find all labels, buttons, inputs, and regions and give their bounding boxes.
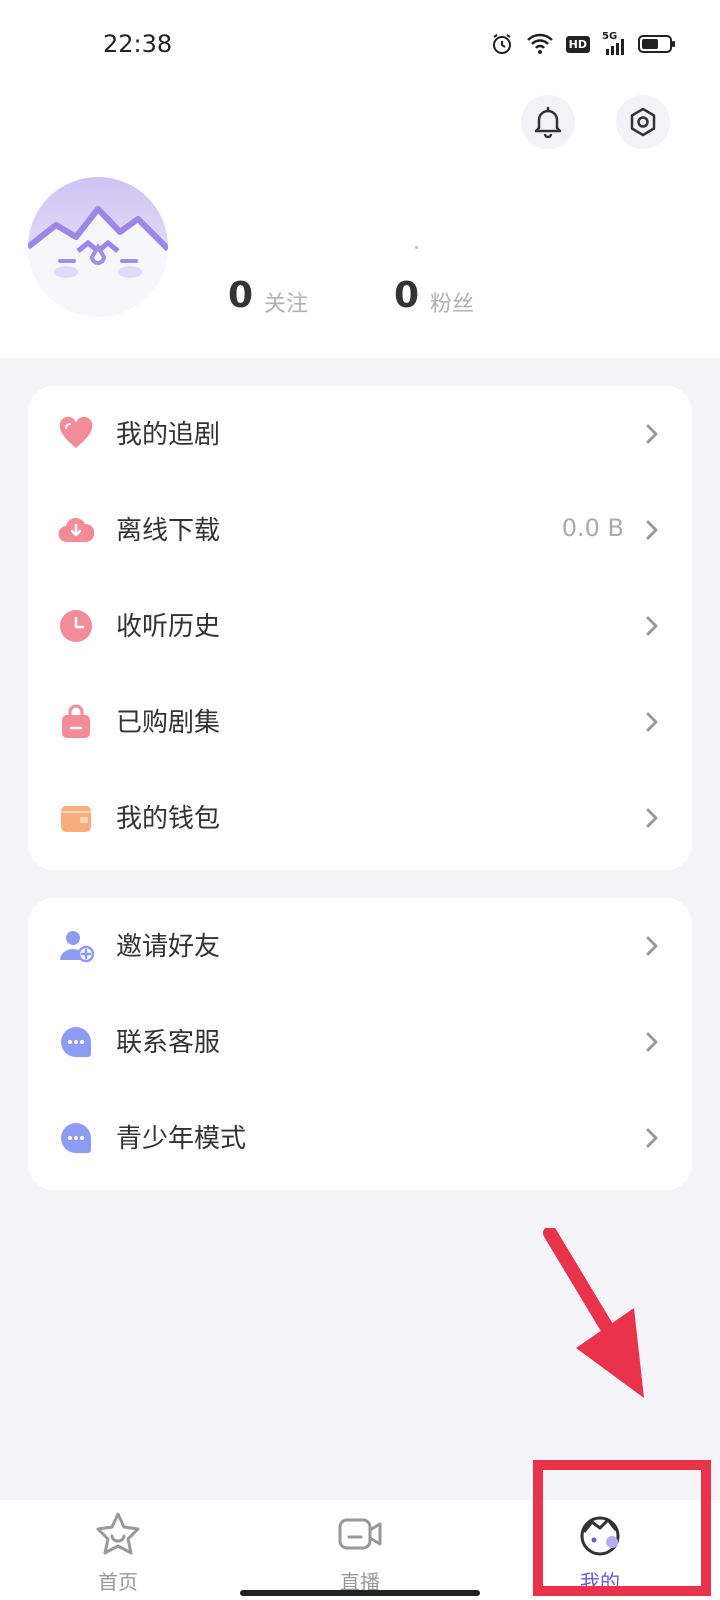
followers-label[interactable]: 粉丝: [430, 286, 474, 318]
video-camera-icon: [338, 1518, 382, 1550]
menu-item-purchased[interactable]: 已购剧集: [28, 674, 692, 770]
bag-icon: [62, 704, 90, 738]
bell-icon: [534, 106, 562, 138]
home-indicator[interactable]: [240, 1590, 480, 1596]
menu-item-label: 青少年模式: [116, 1124, 247, 1154]
menu-item-wallet[interactable]: 我的钱包: [28, 770, 692, 866]
download-size: 0.0 B: [561, 514, 624, 542]
alarm-icon: [492, 34, 511, 54]
followers-count[interactable]: 0: [394, 275, 419, 316]
chevron-right-icon: [646, 712, 658, 732]
notification-button[interactable]: [521, 95, 575, 149]
menu-card-secondary: 邀请好友 联系客服 青少年模式: [28, 898, 692, 1190]
annotation-highlight-box: [533, 1460, 711, 1596]
menu-item-customer-service[interactable]: 联系客服: [28, 994, 692, 1090]
menu-item-listen-history[interactable]: 收听历史: [28, 578, 692, 674]
heart-icon: [59, 416, 93, 448]
nav-tab-live[interactable]: 直播: [300, 1500, 420, 1600]
default-avatar-icon: [28, 177, 168, 317]
chevron-right-icon: [646, 808, 658, 828]
avatar[interactable]: [28, 177, 168, 317]
menu-item-my-dramas[interactable]: 我的追剧: [28, 386, 692, 482]
menu-item-label: 已购剧集: [116, 708, 221, 738]
menu-item-invite-friends[interactable]: 邀请好友: [28, 898, 692, 994]
menu-item-teen-mode[interactable]: 青少年模式: [28, 1090, 692, 1186]
star-face-icon: [96, 1512, 140, 1555]
chevron-right-icon: [646, 520, 658, 540]
chevron-right-icon: [646, 424, 658, 444]
chat-bubble-icon: [61, 1027, 91, 1057]
menu-item-offline-download[interactable]: 离线下载 0.0 B: [28, 482, 692, 578]
nav-label: 首页: [98, 1570, 138, 1594]
settings-icon: [630, 107, 656, 137]
menu-item-label: 收听历史: [116, 612, 221, 642]
status-icons: HD 5G: [490, 31, 676, 56]
clock-icon: [60, 610, 92, 642]
nav-tab-home[interactable]: 首页: [58, 1500, 178, 1600]
status-bar: 22:38 HD 5G: [0, 0, 720, 90]
menu-item-label: 离线下载: [116, 516, 221, 546]
add-friend-icon: [60, 931, 94, 963]
username-placeholder: [415, 246, 418, 249]
menu-item-label: 我的钱包: [116, 804, 221, 834]
settings-button[interactable]: [616, 95, 670, 149]
teen-mode-icon: [61, 1123, 91, 1153]
menu-item-label: 联系客服: [116, 1028, 221, 1058]
menu-item-label: 邀请好友: [116, 932, 221, 962]
chevron-right-icon: [646, 1032, 658, 1052]
hd-icon: HD: [565, 35, 590, 53]
wallet-icon: [61, 806, 91, 832]
following-label[interactable]: 关注: [264, 286, 308, 318]
chevron-right-icon: [646, 936, 658, 956]
battery-icon: [638, 35, 675, 53]
chevron-right-icon: [646, 616, 658, 636]
menu-item-label: 我的追剧: [116, 420, 221, 450]
wifi-icon: [526, 33, 553, 54]
chevron-right-icon: [646, 1128, 658, 1148]
status-time: 22:38: [103, 30, 173, 58]
profile-header: 0 关注 0 粉丝: [0, 90, 720, 358]
signal-5g-icon: 5G: [602, 31, 626, 55]
cloud-download-icon: [58, 517, 94, 543]
following-count[interactable]: 0: [228, 275, 253, 316]
annotation-arrow-icon: [543, 1228, 644, 1398]
menu-card-primary: 我的追剧 离线下载 0.0 B 收听历史 已购剧集 我的钱包: [28, 386, 692, 870]
